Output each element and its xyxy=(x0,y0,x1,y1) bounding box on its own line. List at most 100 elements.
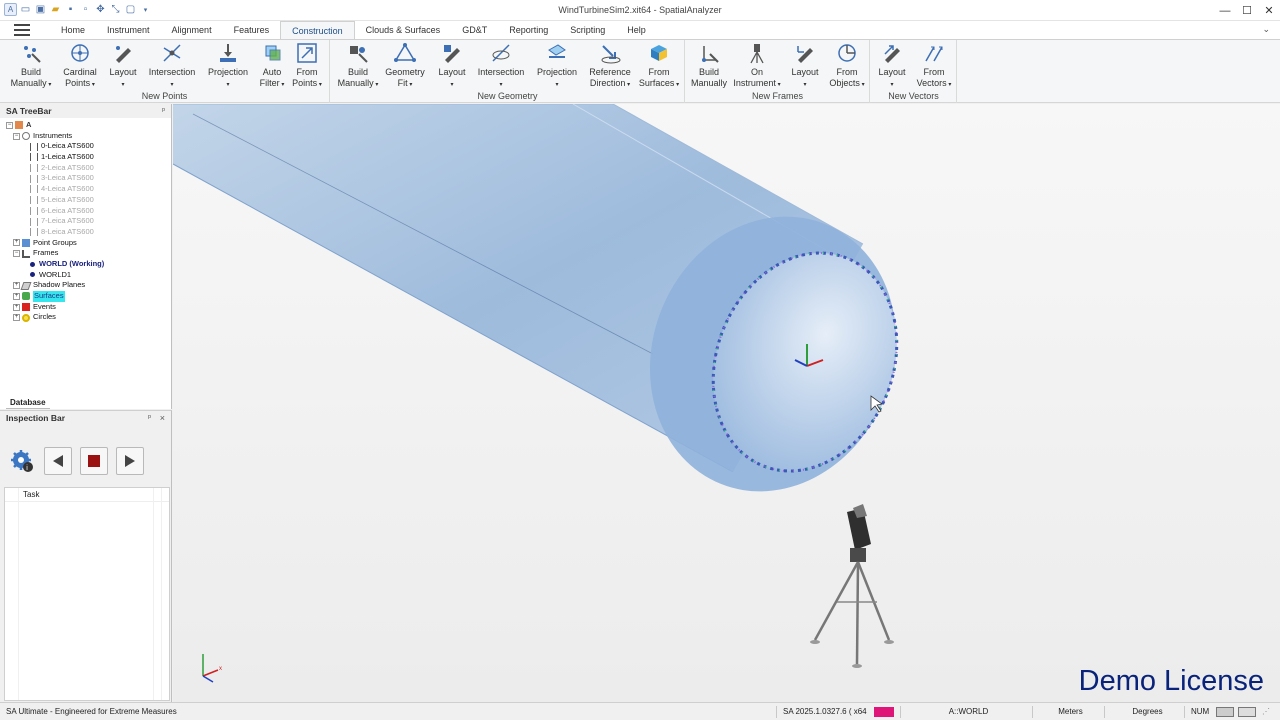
projection-icon xyxy=(217,42,239,64)
layout-icon xyxy=(441,42,463,64)
tab-scripting[interactable]: Scripting xyxy=(559,21,616,39)
status-units[interactable]: Meters xyxy=(1032,706,1102,718)
cardinal-points-button[interactable]: Cardinal Points ▾ xyxy=(58,42,102,91)
group-new-vectors: Layout ▾ From Vectors ▾ New Vectors xyxy=(871,40,957,103)
from-vectors-button[interactable]: From Vectors ▾ xyxy=(913,42,955,91)
on-instrument-button[interactable]: On Instrument ▾ xyxy=(732,42,782,91)
frame-dot-icon xyxy=(30,272,35,278)
next-step-button[interactable] xyxy=(116,447,144,475)
tab-clouds-surfaces[interactable]: Clouds & Surfaces xyxy=(355,21,452,39)
database-tab[interactable]: Database xyxy=(6,398,50,409)
tripod-icon xyxy=(30,217,38,226)
group-label-new-geometry: New Geometry xyxy=(477,91,538,101)
tree-instrument-item[interactable]: 5-Leica ATS600 xyxy=(0,195,170,206)
menu-icon[interactable] xyxy=(14,24,30,36)
tab-gdt[interactable]: GD&T xyxy=(451,21,498,39)
tripod-icon xyxy=(30,228,38,237)
graphics-viewport[interactable]: x Demo License xyxy=(173,104,1280,702)
title-bar: A ▭ ▣ ▰ ▪ ▫ ✥ ⤡ ▢ ▾ WindTurbineSim2.xit6… xyxy=(0,0,1280,21)
tree-frame-world1[interactable]: WORLD1 xyxy=(0,270,170,281)
inspection-settings-button[interactable]: i xyxy=(8,447,36,475)
tree-instrument-item[interactable]: 6-Leica ATS600 xyxy=(0,206,170,217)
tree-root[interactable]: − A xyxy=(0,120,170,131)
tab-alignment[interactable]: Alignment xyxy=(161,21,223,39)
build-geometry-icon xyxy=(347,42,369,64)
tree-frame-working[interactable]: WORLD (Working) xyxy=(0,259,170,270)
maximize-button[interactable]: ☐ xyxy=(1236,0,1258,21)
tab-construction[interactable]: Construction xyxy=(280,21,355,39)
status-angles[interactable]: Degrees xyxy=(1104,706,1184,718)
tree-instrument-item[interactable]: 7-Leica ATS600 xyxy=(0,216,170,227)
on-instrument-icon xyxy=(746,42,768,64)
tree-instruments[interactable]: − Instruments xyxy=(0,131,170,142)
auto-filter-button[interactable]: Auto Filter ▾ xyxy=(254,42,290,91)
geometry-layout-button[interactable]: Layout ▾ xyxy=(433,42,471,91)
intersection-icon xyxy=(161,42,183,64)
status-color-swatch[interactable] xyxy=(874,707,894,717)
from-points-button[interactable]: From Points ▾ xyxy=(290,42,324,91)
build-points-button[interactable]: Build Manually ▾ xyxy=(8,42,54,91)
group-new-geometry: Build Manually ▾ Geometry Fit ▾ Layout ▾ … xyxy=(331,40,685,103)
group-new-frames: Build Manually On Instrument ▾ Layout ▾ F… xyxy=(686,40,870,103)
inspection-toolbar: i xyxy=(8,447,144,475)
wind-turbine-tower-section[interactable] xyxy=(173,104,937,529)
previous-step-button[interactable] xyxy=(44,447,72,475)
collapse-ribbon-icon[interactable]: ⌄ xyxy=(1262,24,1270,35)
stop-button[interactable] xyxy=(80,447,108,475)
points-projection-button[interactable]: Projection ▾ xyxy=(204,42,252,91)
tree-frames[interactable]: − Frames xyxy=(0,248,170,259)
group-new-points: Build Manually ▾ Cardinal Points ▾ Layou… xyxy=(0,40,330,103)
tab-instrument[interactable]: Instrument xyxy=(96,21,161,39)
tab-reporting[interactable]: Reporting xyxy=(498,21,559,39)
geometry-projection-button[interactable]: Projection ▾ xyxy=(533,42,581,91)
build-frame-button[interactable]: Build Manually xyxy=(688,42,730,89)
resize-grip-icon[interactable]: ⋰ xyxy=(1262,706,1274,718)
tree-instrument-item[interactable]: 2-Leica ATS600 xyxy=(0,163,170,174)
task-list[interactable]: Task xyxy=(4,487,170,701)
build-geometry-button[interactable]: Build Manually ▾ xyxy=(335,42,381,91)
scene-3d: x xyxy=(173,104,937,683)
points-intersection-button[interactable]: Intersection ▾ xyxy=(146,42,198,91)
tree-instrument-item[interactable]: 4-Leica ATS600 xyxy=(0,184,170,195)
tab-features[interactable]: Features xyxy=(223,21,281,39)
close-button[interactable]: ✕ xyxy=(1258,0,1280,21)
tree-circles[interactable]: + Circles xyxy=(0,312,170,323)
tree-instrument-item[interactable]: 1-Leica ATS600 xyxy=(0,152,170,163)
tree-instrument-item[interactable]: 0-Leica ATS600 xyxy=(0,141,170,152)
tree-instrument-item[interactable]: 3-Leica ATS600 xyxy=(0,173,170,184)
tab-help[interactable]: Help xyxy=(616,21,657,39)
tree-point-groups[interactable]: + Point Groups xyxy=(0,238,170,249)
geometry-fit-button[interactable]: Geometry Fit ▾ xyxy=(383,42,427,91)
geometry-intersection-button[interactable]: Intersection ▾ xyxy=(475,42,527,91)
points-layout-button[interactable]: Layout ▾ xyxy=(104,42,142,91)
tree-surfaces[interactable]: + Surfaces xyxy=(0,291,170,302)
laser-tracker-instrument[interactable] xyxy=(810,504,894,668)
vectors-layout-button[interactable]: Layout ▾ xyxy=(873,42,911,91)
flag-icon xyxy=(22,303,30,312)
from-objects-button[interactable]: From Objects ▾ xyxy=(826,42,868,91)
inspection-bar: Inspection Bar ᵖ × i Task xyxy=(0,410,172,702)
point-group-icon xyxy=(22,238,30,247)
demo-license-watermark: Demo License xyxy=(1078,665,1264,697)
reference-direction-icon xyxy=(599,42,621,64)
close-icon[interactable]: × xyxy=(160,411,165,425)
status-layout-icon[interactable] xyxy=(1216,707,1234,717)
minimize-button[interactable]: — xyxy=(1214,0,1236,21)
inspection-bar-title: Inspection Bar ᵖ × xyxy=(0,411,171,425)
from-surfaces-button[interactable]: From Surfaces ▾ xyxy=(637,42,681,91)
reference-direction-button[interactable]: Reference Direction ▾ xyxy=(585,42,635,91)
tree-view[interactable]: − A − Instruments 0-Leica ATS600 1-Leica… xyxy=(0,120,170,323)
cardinal-points-icon xyxy=(69,42,91,64)
status-frame[interactable]: A::WORLD xyxy=(900,706,1030,718)
tab-home[interactable]: Home xyxy=(50,21,96,39)
tree-shadow-planes[interactable]: + Shadow Planes xyxy=(0,280,170,291)
status-view-icon[interactable] xyxy=(1238,707,1256,717)
frames-layout-button[interactable]: Layout ▾ xyxy=(786,42,824,91)
ribbon-tabs: Home Instrument Alignment Features Const… xyxy=(0,21,1280,39)
tree-events[interactable]: + Events xyxy=(0,302,170,313)
status-version: SA 2025.1.0327.6 ( x64 ) xyxy=(776,706,868,720)
pin-icon[interactable]: ᵖ xyxy=(148,411,151,425)
group-label-new-vectors: New Vectors xyxy=(888,91,939,101)
pin-icon[interactable]: ᵖ xyxy=(162,104,165,118)
tree-instrument-item[interactable]: 8-Leica ATS600 xyxy=(0,227,170,238)
